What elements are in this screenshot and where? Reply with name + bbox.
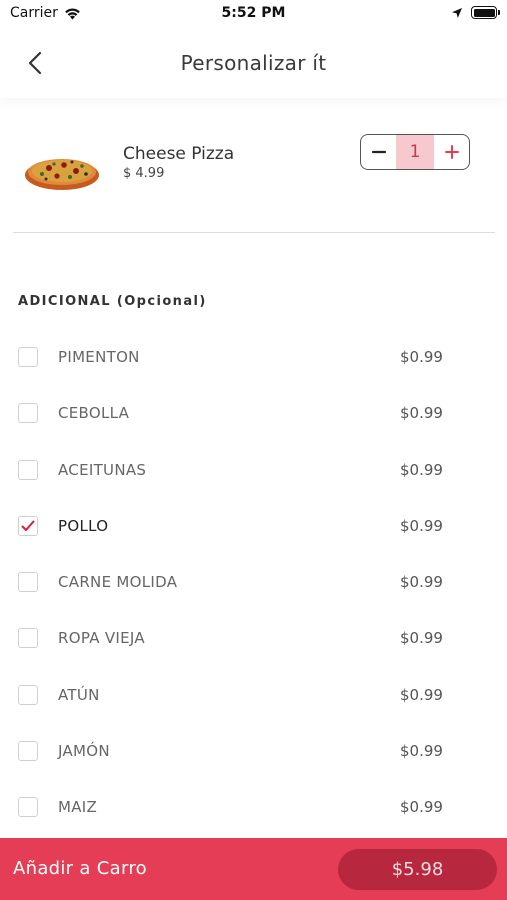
option-price: $0.99	[400, 348, 443, 366]
product-summary: Cheese Pizza $ 4.99 1	[0, 118, 507, 218]
option-price: $0.99	[400, 798, 443, 817]
option-label: PIMENTON	[58, 348, 140, 366]
location-arrow-icon	[452, 7, 462, 18]
product-price: $ 4.99	[123, 166, 165, 181]
quantity-stepper: 1	[360, 134, 470, 170]
option-price: $0.99	[400, 460, 443, 479]
option-label: ATÚN	[58, 685, 100, 704]
option-row[interactable]: MAIZ $0.99	[0, 778, 507, 834]
option-label: ACEITUNAS	[58, 460, 147, 479]
option-checkbox[interactable]	[18, 572, 38, 593]
option-row[interactable]: ROPA VIEJA $0.99	[0, 609, 507, 665]
minus-icon	[371, 150, 386, 154]
pizza-image	[25, 159, 99, 190]
add-to-cart-bar[interactable]: Añadir a Carro $5.98	[0, 838, 507, 900]
option-price: $0.99	[400, 516, 443, 535]
decrement-button[interactable]	[361, 135, 396, 169]
option-row[interactable]: JAMÓN $0.99	[0, 722, 507, 778]
option-checkbox[interactable]	[18, 515, 38, 536]
option-price: $0.99	[400, 742, 443, 761]
add-to-cart-label[interactable]: Añadir a Carro	[13, 858, 147, 879]
option-label: ROPA VIEJA	[58, 629, 145, 648]
option-checkbox[interactable]	[18, 628, 38, 649]
battery-fill	[473, 8, 495, 17]
page-title: Personalizar ít	[180, 51, 327, 75]
option-checkbox[interactable]	[18, 459, 38, 480]
navigation-bar: Personalizar ít	[0, 28, 507, 98]
cart-total-button[interactable]: $5.98	[338, 849, 497, 890]
option-checkbox[interactable]	[18, 403, 38, 424]
status-bar: Carrier 5:52 PM	[0, 0, 507, 28]
quantity-value: 1	[396, 135, 434, 169]
option-price: $0.99	[400, 685, 443, 704]
option-label: CARNE MOLIDA	[58, 573, 178, 592]
option-label: MAIZ	[58, 798, 98, 817]
plus-icon	[444, 145, 459, 159]
option-row[interactable]: ATÚN $0.99	[0, 666, 507, 722]
option-row[interactable]: CARNE MOLIDA $0.99	[0, 553, 507, 609]
option-checkbox[interactable]	[18, 741, 38, 762]
option-checkbox[interactable]	[18, 684, 38, 705]
divider	[13, 232, 495, 233]
option-price: $0.99	[400, 404, 443, 423]
product-name: Cheese Pizza	[123, 144, 235, 164]
status-time: 5:52 PM	[221, 5, 286, 21]
status-indicators	[451, 6, 500, 19]
section-title: ADICIONAL (Opcional)	[18, 294, 207, 309]
option-label: POLLO	[58, 516, 109, 535]
increment-button[interactable]	[434, 135, 469, 169]
option-checkbox[interactable]	[18, 797, 38, 818]
option-checkbox[interactable]	[18, 347, 38, 367]
option-label: JAMÓN	[58, 742, 110, 761]
checkmark-icon	[21, 520, 35, 531]
option-row[interactable]: PIMENTON $0.99	[0, 328, 507, 384]
option-row[interactable]: ACEITUNAS $0.99	[0, 441, 507, 497]
options-list: PIMENTON $0.99 CEBOLLA $0.99 ACEITUNAS $0.99 P…	[0, 328, 507, 835]
option-row[interactable]: CEBOLLA $0.99	[0, 384, 507, 440]
option-price: $0.99	[400, 573, 443, 592]
option-row[interactable]: POLLO $0.99	[0, 497, 507, 553]
battery-icon	[471, 6, 500, 19]
option-label: CEBOLLA	[58, 404, 130, 423]
option-price: $0.99	[400, 629, 443, 648]
